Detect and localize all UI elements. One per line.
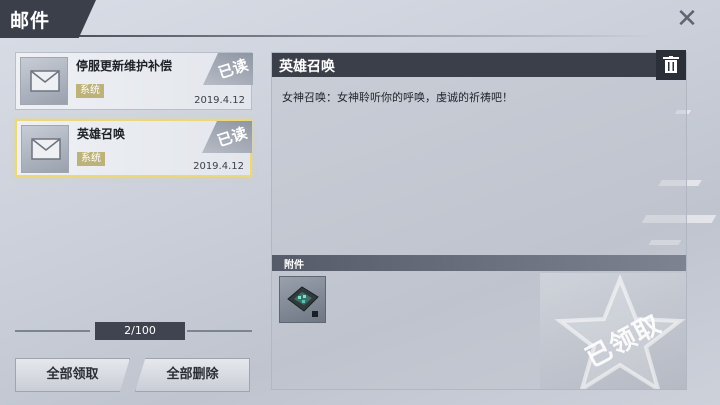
- trash-icon: [663, 56, 679, 73]
- mail-date: 2019.4.12: [194, 95, 245, 106]
- page-title: 邮件: [10, 10, 51, 32]
- attachment-item[interactable]: [279, 276, 326, 323]
- mail-title-bar: 英雄召唤: [272, 53, 686, 77]
- mail-subject: 停服更新维护补偿: [76, 59, 173, 73]
- delete-mail-button[interactable]: [656, 50, 686, 80]
- mail-detail-panel: 英雄召唤 女神召唤：女神聆听你的呼唤，虔诚的祈祷吧！ 附件 已领取: [271, 50, 687, 390]
- mail-list: 停服更新维护补偿 系统 2019.4.12 已读 英雄召唤 系统 2019.4.…: [15, 52, 253, 186]
- mail-detail-title: 英雄召唤: [279, 59, 335, 75]
- divider: [187, 330, 252, 332]
- mail-tag: 系统: [76, 84, 104, 98]
- mail-body: 女神召唤：女神聆听你的呼唤，虔诚的祈祷吧！: [282, 91, 513, 104]
- page-indicator: 2/100: [95, 322, 185, 340]
- mail-item[interactable]: 停服更新维护补偿 系统 2019.4.12 已读: [15, 52, 253, 110]
- envelope-icon: [20, 57, 68, 105]
- mail-item-selected[interactable]: 英雄召唤 系统 2019.4.12 已读: [15, 119, 252, 177]
- header-divider: [0, 35, 655, 37]
- attachments-bar: 附件: [272, 255, 686, 271]
- divider: [15, 330, 90, 332]
- attachments-label: 附件: [284, 260, 304, 271]
- mail-subject: 英雄召唤: [77, 127, 126, 141]
- claim-all-button[interactable]: 全部领取: [15, 358, 130, 392]
- claimed-stamp: 已领取: [540, 273, 686, 389]
- gem-chip-icon: [287, 286, 319, 317]
- mail-date: 2019.4.12: [193, 161, 244, 172]
- mail-tag: 系统: [77, 152, 105, 166]
- envelope-icon: [21, 125, 69, 173]
- close-icon[interactable]: ✕: [674, 6, 700, 32]
- delete-all-button[interactable]: 全部删除: [135, 358, 250, 392]
- pagination: 2/100: [15, 322, 252, 340]
